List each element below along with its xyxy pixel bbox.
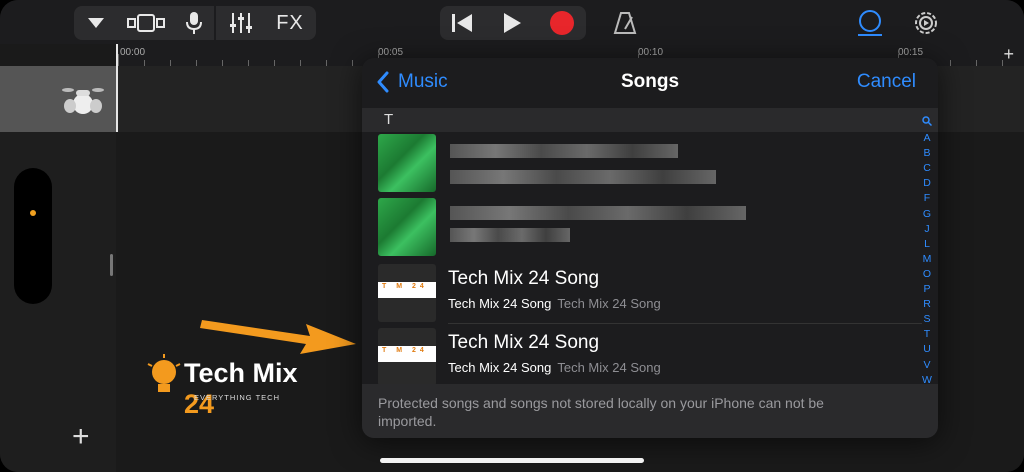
ruler-label: 00:15 xyxy=(898,47,924,58)
mixer-icon[interactable] xyxy=(216,6,266,40)
browser-view-icon[interactable] xyxy=(118,6,174,40)
home-indicator[interactable] xyxy=(380,458,644,463)
fx-button[interactable]: FX xyxy=(266,6,314,40)
list-item-blurred[interactable] xyxy=(362,132,922,194)
album-name: Tech Mix 24 Song xyxy=(557,360,661,375)
songs-picker-sheet: Music Songs Cancel T T M 24 Tech Mix 24 … xyxy=(362,58,938,438)
blurred-title xyxy=(450,144,678,158)
index-letter[interactable]: F xyxy=(920,191,934,206)
ruler-label: 00:00 xyxy=(120,47,146,58)
ruler-label: 00:10 xyxy=(638,47,664,58)
watermark-brand: Tech Mix 24 xyxy=(184,358,316,420)
transport-controls xyxy=(440,6,586,40)
garageband-window: FX 00:00 00:05 00:10 00:15 + + Tech Mix … xyxy=(0,0,1024,472)
song-row[interactable]: T M 24 Tech Mix 24 Song Tech Mix 24 Song… xyxy=(362,262,922,324)
track-header[interactable] xyxy=(0,66,116,132)
microphone-icon[interactable] xyxy=(174,6,214,40)
index-letter[interactable]: A xyxy=(920,131,934,146)
add-track-icon[interactable]: + xyxy=(72,420,90,454)
toolbar-left-group: FX xyxy=(74,6,316,40)
cancel-button[interactable]: Cancel xyxy=(857,71,916,93)
go-to-start-icon[interactable] xyxy=(440,6,484,40)
ruler-label: 00:05 xyxy=(378,47,404,58)
blurred-title xyxy=(450,206,746,220)
loop-browser-icon[interactable] xyxy=(850,6,890,40)
album-art: T M 24 xyxy=(378,264,436,322)
add-section-icon[interactable]: + xyxy=(1003,44,1014,65)
list-item-blurred[interactable] xyxy=(362,196,922,258)
drums-icon xyxy=(62,84,104,121)
sheet-header: Music Songs Cancel xyxy=(362,58,938,108)
index-letter[interactable]: V xyxy=(920,358,934,373)
album-art xyxy=(378,134,436,192)
index-letter[interactable]: S xyxy=(920,312,934,327)
triangle-down-icon[interactable] xyxy=(74,6,118,40)
top-toolbar: FX xyxy=(0,0,1024,44)
album-art xyxy=(378,198,436,256)
album-name: Tech Mix 24 Song xyxy=(557,296,661,311)
arrow-annotation-icon xyxy=(200,320,356,354)
index-letter[interactable]: U xyxy=(920,342,934,357)
sheet-title: Songs xyxy=(620,71,680,92)
song-row[interactable]: T M 24 Tech Mix 24 Song Tech Mix 24 Song… xyxy=(362,326,922,388)
song-artist: Tech Mix 24 Song Tech Mix 24 Song xyxy=(448,296,661,311)
index-letter[interactable]: T xyxy=(920,327,934,342)
settings-gear-icon[interactable] xyxy=(906,6,946,40)
index-letter[interactable]: J xyxy=(920,222,934,237)
index-letter[interactable]: P xyxy=(920,282,934,297)
search-icon[interactable] xyxy=(920,116,934,131)
footer-note: Protected songs and songs not stored loc… xyxy=(378,395,824,429)
lightbulb-icon xyxy=(147,354,181,392)
volume-slider[interactable] xyxy=(14,168,52,304)
song-title: Tech Mix 24 Song xyxy=(448,332,600,353)
songs-list[interactable]: T M 24 Tech Mix 24 Song Tech Mix 24 Song… xyxy=(362,132,938,386)
record-icon[interactable] xyxy=(540,6,584,40)
section-letter: T xyxy=(384,111,394,128)
panel-resize-handle[interactable] xyxy=(110,254,113,276)
index-letter[interactable]: R xyxy=(920,297,934,312)
brand-name: Tech Mix xyxy=(184,358,298,388)
art-text: T M 24 xyxy=(382,283,428,290)
section-header: T xyxy=(362,108,938,132)
watermark-logo: Tech Mix 24 EVERYTHING TECH xyxy=(146,350,316,419)
song-artist: Tech Mix 24 Song Tech Mix 24 Song xyxy=(448,360,661,375)
index-letter[interactable]: C xyxy=(920,161,934,176)
artist-name: Tech Mix 24 Song xyxy=(448,296,552,311)
watermark-tagline: EVERYTHING TECH xyxy=(194,393,280,402)
playhead[interactable] xyxy=(116,44,118,134)
ruler-tick xyxy=(118,54,119,66)
blurred-subtitle xyxy=(450,170,716,184)
index-letter[interactable]: M xyxy=(920,252,934,267)
slider-indicator xyxy=(30,210,36,216)
metronome-icon[interactable] xyxy=(604,6,646,40)
index-letter[interactable]: G xyxy=(920,207,934,222)
index-letter[interactable]: L xyxy=(920,237,934,252)
song-title: Tech Mix 24 Song xyxy=(448,268,600,289)
index-letter[interactable]: D xyxy=(920,176,934,191)
art-text: T M 24 xyxy=(382,347,428,354)
sheet-footer: Protected songs and songs not stored loc… xyxy=(362,384,938,438)
blurred-subtitle xyxy=(450,228,570,242)
artist-name: Tech Mix 24 Song xyxy=(448,360,552,375)
index-letter[interactable]: B xyxy=(920,146,934,161)
play-icon[interactable] xyxy=(484,6,540,40)
album-art: T M 24 xyxy=(378,328,436,386)
index-letter[interactable]: O xyxy=(920,267,934,282)
alphabet-index[interactable]: ABCDFGJLMOPRSTUVW xyxy=(920,116,934,388)
